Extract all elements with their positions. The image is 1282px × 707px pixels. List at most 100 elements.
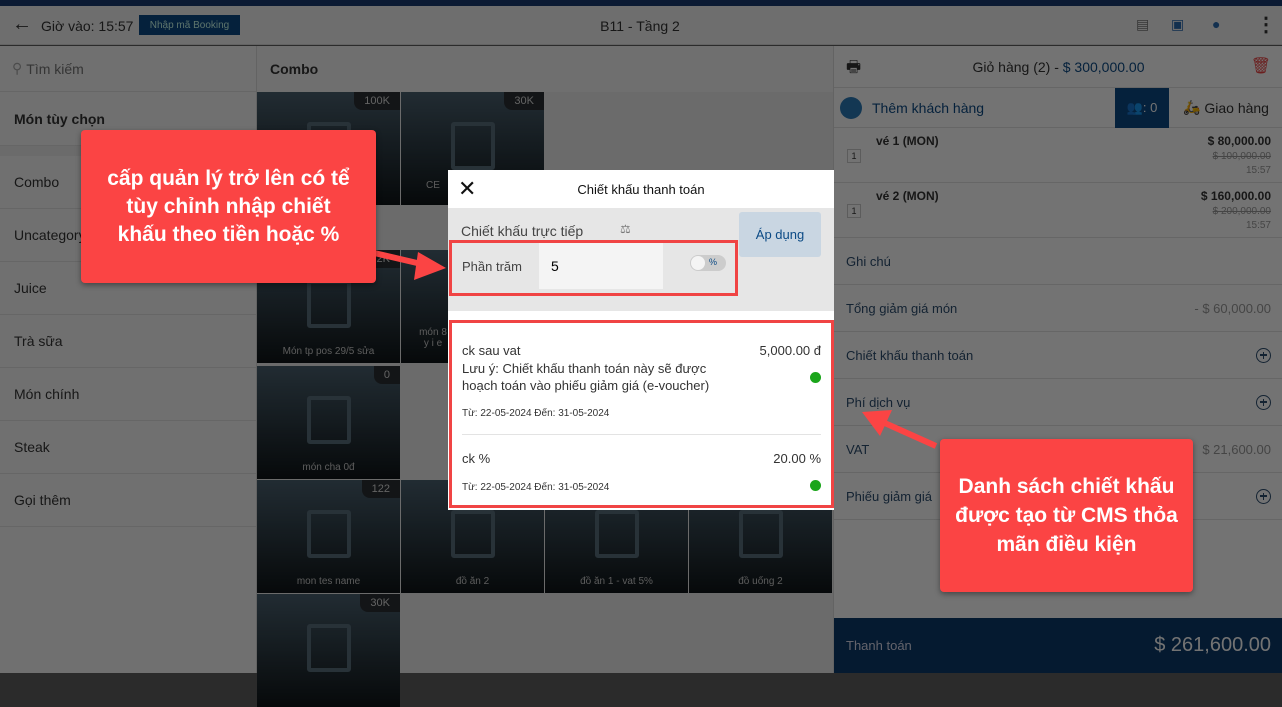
product-name: Món tp pos 29/5 sửa (282, 346, 375, 357)
item-name: vé 2 (MON) (876, 189, 939, 203)
discount-value: 5,000.00 đ (759, 343, 821, 358)
active-status-dot (810, 480, 821, 491)
apply-button[interactable]: Áp dụng (739, 212, 821, 257)
annotation-callout-left: cấp quản lý trở lên có tể tùy chỉnh nhập… (81, 130, 376, 283)
delivery-label: Giao hàng (1204, 99, 1269, 116)
more-menu-icon[interactable]: ⋮ (1256, 12, 1276, 37)
discount-list: ck sau vat 5,000.00 đ Lưu ý: Chiết khấu … (449, 320, 834, 508)
add-icon[interactable] (1256, 488, 1271, 504)
discount-note: Lưu ý: Chiết khấu thanh toán này sẽ được… (462, 361, 710, 393)
pay-total: $ 261,600.00 (1154, 634, 1271, 656)
item-discount-label: Tổng giảm giá món (846, 300, 958, 316)
item-price: $ 80,000.00 (1207, 134, 1271, 148)
guest-count-button[interactable]: 👥: 0 (1115, 87, 1169, 128)
note-row[interactable]: Ghi chú (834, 238, 1282, 285)
product-name: CE (426, 180, 440, 191)
item-price: $ 160,000.00 (1200, 189, 1271, 203)
price-badge: 100K (354, 92, 400, 110)
discount-dates: Từ: 22-05-2024 Đến: 31-05-2024 (462, 482, 610, 493)
cart-item[interactable]: 1 vé 1 (MON) $ 80,000.00 $ 100,000.00 15:57 (834, 128, 1282, 183)
vat-value: $ 21,600.00 (1202, 441, 1271, 457)
image-placeholder-icon (306, 510, 351, 558)
toggle-label: % (709, 257, 718, 267)
scale-icon: ⚖ (620, 222, 631, 236)
product-tile[interactable]: 0 món cha 0đ (257, 366, 400, 479)
add-icon[interactable] (1256, 394, 1271, 410)
discount-name: ck sau vat (462, 343, 521, 358)
scooter-icon: 🛵 (1183, 99, 1201, 115)
cart-title: Giỏ hàng (2) - (972, 58, 1063, 75)
price-badge: 30K (360, 594, 400, 612)
discount-item[interactable]: ck sau vat 5,000.00 đ Lưu ý: Chiết khấu … (462, 323, 821, 435)
pay-label: Thanh toán (846, 638, 912, 653)
cashier-icon[interactable]: ▣ (1171, 16, 1184, 33)
booking-code-button[interactable]: Nhập mã Booking (139, 15, 240, 35)
item-discount-row: Tổng giảm giá món - $ 60,000.00 (834, 285, 1282, 332)
guest-count: : 0 (1142, 100, 1158, 115)
category-item[interactable]: Món chính (0, 368, 256, 421)
product-name: món cha 0đ (302, 462, 355, 473)
cart-item[interactable]: 1 vé 2 (MON) $ 160,000.00 $ 200,000.00 15:57 (834, 183, 1282, 238)
item-old-price: $ 200,000.00 (1212, 206, 1271, 217)
quantity-box[interactable]: 1 (847, 149, 861, 163)
add-customer-icon (840, 96, 862, 119)
image-placeholder-icon (306, 624, 351, 672)
printer-icon[interactable]: 🖶 (846, 56, 861, 83)
product-tile[interactable]: 30K (257, 594, 400, 707)
annotation-arrow-left (369, 249, 446, 280)
back-arrow-icon[interactable]: ← (12, 13, 32, 36)
add-customer-button[interactable]: Thêm khách hàng (840, 96, 985, 119)
product-tile[interactable]: 122 mon tes name (257, 480, 400, 593)
percent-label: Phần trăm (462, 259, 522, 274)
product-name: đồ uống 2 (738, 576, 783, 587)
item-name: vé 1 (MON) (876, 134, 939, 148)
search-icon: ⚲ (12, 60, 23, 76)
image-placeholder-icon (306, 280, 351, 328)
note-label: Ghi chú (846, 253, 891, 269)
order-list-icon[interactable]: ▤ (1136, 16, 1149, 33)
guests-icon: 👥 (1126, 99, 1143, 115)
payment-discount-dialog: ✕ Chiết khấu thanh toán Chiết khấu trực … (448, 170, 834, 510)
cart-actions: Thêm khách hàng 👥: 0 🛵 Giao hàng (834, 87, 1282, 128)
staff-icon[interactable]: ● (1212, 16, 1220, 32)
image-placeholder-icon (738, 510, 783, 558)
product-name: đồ ăn 2 (455, 576, 490, 587)
payment-discount-label: Chiết khấu thanh toán (846, 347, 974, 363)
percent-input[interactable] (539, 243, 663, 289)
price-badge: 0 (373, 366, 400, 384)
item-time: 15:57 (1245, 165, 1271, 176)
discount-name: ck % (462, 451, 491, 466)
direct-discount-label: Chiết khấu trực tiếp (461, 223, 584, 239)
category-item[interactable]: Steak (0, 421, 256, 474)
add-customer-label: Thêm khách hàng (872, 99, 985, 116)
search-box[interactable]: ⚲ (0, 46, 256, 92)
price-badge: 30K (504, 92, 544, 110)
category-item[interactable]: Trà sữa (0, 315, 256, 368)
price-badge: 122 (361, 480, 400, 498)
voucher-label: Phiếu giảm giá (846, 488, 932, 504)
delivery-button[interactable]: 🛵 Giao hàng (1169, 99, 1282, 116)
product-name: món 8 y i e (419, 327, 447, 349)
grid-title: Combo (257, 46, 833, 92)
search-input[interactable] (26, 60, 227, 77)
table-title: B11 - Tầng 2 (600, 18, 680, 34)
image-placeholder-icon (450, 510, 495, 558)
item-time: 15:57 (1245, 220, 1271, 231)
trash-icon[interactable]: 🗑 (1251, 56, 1271, 76)
product-name: mon tes name (296, 576, 361, 587)
active-status-dot (810, 372, 821, 383)
payment-discount-row[interactable]: Chiết khấu thanh toán (834, 332, 1282, 379)
cart-total: $ 300,000.00 (1062, 58, 1145, 75)
dialog-title: Chiết khấu thanh toán (577, 181, 705, 197)
discount-item[interactable]: ck % 20.00 % Từ: 22-05-2024 Đến: 31-05-2… (462, 435, 821, 505)
category-item[interactable]: Gọi thêm (0, 474, 256, 527)
percent-toggle[interactable]: % (690, 255, 726, 271)
image-placeholder-icon (594, 510, 639, 558)
close-icon[interactable]: ✕ (458, 176, 476, 202)
quantity-box[interactable]: 1 (847, 204, 861, 218)
top-header: ← Giờ vào: 15:57 Nhập mã Booking B11 - T… (0, 6, 1282, 45)
cart-header: 🖶 Giỏ hàng (2) - $ 300,000.00 🗑 (834, 46, 1282, 88)
discount-value: 20.00 % (773, 451, 821, 466)
pay-button[interactable]: Thanh toán $ 261,600.00 (834, 618, 1282, 673)
add-icon[interactable] (1256, 347, 1271, 363)
